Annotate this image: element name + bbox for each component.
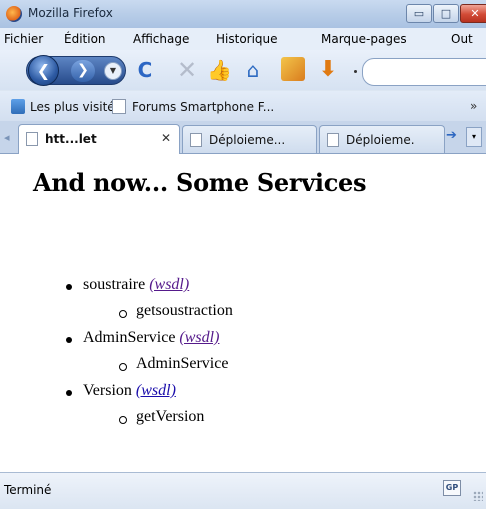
- operation-name: getsoustraction: [136, 302, 233, 319]
- menu-marque-pages[interactable]: Marque-pages: [321, 32, 407, 46]
- close-icon: ✕: [470, 7, 480, 20]
- maximize-button[interactable]: □: [433, 4, 459, 23]
- sub-bullet: [119, 310, 127, 318]
- bookmark-forums-smartphone[interactable]: Forums Smartphone F...: [132, 100, 274, 114]
- forward-button[interactable]: ❯: [71, 60, 95, 82]
- menu-outils[interactable]: Out: [451, 32, 473, 46]
- minimize-icon: ▭: [413, 7, 425, 20]
- page-icon: [112, 99, 126, 114]
- tab-bar: ◂ htt...let ✕ Déploieme... Déploieme. ➔ …: [0, 121, 486, 154]
- package-icon[interactable]: [281, 57, 305, 81]
- bookmark-most-visited[interactable]: Les plus visités: [30, 100, 121, 114]
- browser-window: Mozilla Firefox ▭ □ ✕ Fichier Édition Af…: [0, 0, 486, 509]
- minimize-button[interactable]: ▭: [406, 4, 432, 23]
- bookmarks-overflow-icon[interactable]: »: [470, 99, 477, 113]
- wsdl-link[interactable]: (wsdl): [149, 276, 189, 293]
- service-item: soustraire (wsdl): [83, 276, 189, 294]
- service-name: AdminService: [83, 329, 176, 346]
- tab-label: Déploieme.: [346, 133, 415, 147]
- resize-grip-icon[interactable]: [473, 491, 483, 501]
- wsdl-link[interactable]: (wsdl): [179, 329, 219, 346]
- window-title: Mozilla Firefox: [28, 6, 113, 20]
- status-text: Terminé: [4, 483, 52, 497]
- most-visited-icon: [11, 99, 25, 114]
- list-bullet: [66, 337, 72, 343]
- tab-list-icon[interactable]: ▾: [466, 127, 482, 147]
- tab-active[interactable]: htt...let ✕: [18, 124, 180, 154]
- service-item: AdminService (wsdl): [83, 329, 219, 347]
- menu-bar: Fichier Édition Affichage Historique Mar…: [0, 28, 486, 50]
- tab-label: Déploieme...: [209, 133, 286, 147]
- firefox-logo-icon: [6, 6, 22, 22]
- operation-name: AdminService: [136, 355, 229, 372]
- list-bullet: [66, 284, 72, 290]
- tab-scroll-right-icon[interactable]: ➔: [446, 128, 462, 146]
- list-bullet: [66, 390, 72, 396]
- page-heading: And now... Some Services: [33, 168, 367, 197]
- wsdl-link[interactable]: (wsdl): [136, 382, 176, 399]
- close-window-button[interactable]: ✕: [460, 4, 486, 23]
- menu-fichier[interactable]: Fichier: [4, 32, 43, 46]
- tab-scroll-left-icon[interactable]: ◂: [4, 131, 10, 144]
- maximize-icon: □: [440, 7, 452, 20]
- gp-addon-icon[interactable]: GP: [443, 480, 461, 496]
- thumb-up-icon[interactable]: 👍: [207, 58, 232, 82]
- url-bar[interactable]: [362, 58, 486, 86]
- page-icon: [190, 133, 202, 147]
- reload-icon[interactable]: C: [133, 58, 157, 82]
- operation-name: getVersion: [136, 408, 205, 425]
- menu-affichage[interactable]: Affichage: [133, 32, 189, 46]
- bookmarks-toolbar: Les plus visités Forums Smartphone F... …: [0, 91, 486, 121]
- tab-label: htt...let: [45, 132, 97, 146]
- sub-bullet: [119, 416, 127, 424]
- menu-historique[interactable]: Historique: [216, 32, 278, 46]
- title-bar: Mozilla Firefox ▭ □ ✕: [0, 0, 486, 28]
- service-name: soustraire: [83, 276, 146, 293]
- history-dropdown-icon[interactable]: ▼: [104, 62, 122, 80]
- tab-deploiement-2[interactable]: Déploieme.: [319, 125, 445, 153]
- status-bar: Terminé GP: [0, 472, 486, 509]
- page-icon: [327, 133, 339, 147]
- download-icon[interactable]: ⬇: [316, 58, 340, 82]
- home-icon[interactable]: ⌂: [241, 58, 265, 82]
- back-button[interactable]: ❮: [28, 55, 59, 86]
- stop-icon[interactable]: ✕: [175, 58, 199, 82]
- page-content: And now... Some Services soustraire (wsd…: [0, 154, 486, 472]
- service-item: Version (wsdl): [83, 382, 176, 400]
- page-icon: [26, 132, 38, 146]
- tab-close-icon[interactable]: ✕: [161, 131, 171, 145]
- tab-deploiement-1[interactable]: Déploieme...: [182, 125, 317, 153]
- menu-edition[interactable]: Édition: [64, 32, 106, 46]
- sub-bullet: [119, 363, 127, 371]
- toolbar-separator: [354, 70, 357, 73]
- service-name: Version: [83, 382, 132, 399]
